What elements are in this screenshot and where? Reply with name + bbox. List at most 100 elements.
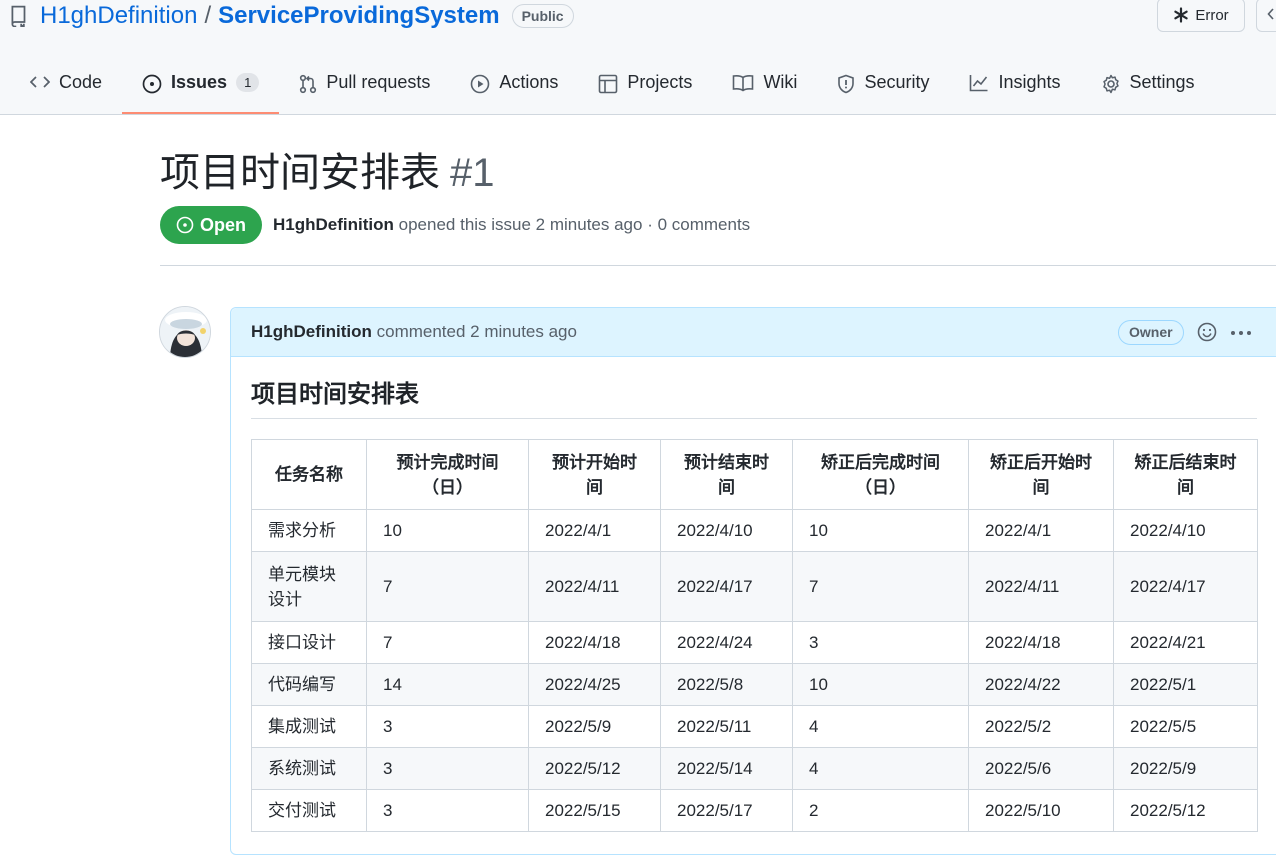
comment-author-link[interactable]: H1ghDefinition <box>251 322 372 341</box>
table-row: 集成测试 3 2022/5/9 2022/5/11 4 2022/5/2 2022/5/5 <box>251 705 1258 748</box>
table-cell: 2022/5/11 <box>660 705 793 748</box>
comment-body: 项目时间安排表 任务名称 预计完成时间（日） 预计开始时间 预计结束时间 矫正后… <box>251 378 1258 832</box>
table-cell: 2022/4/10 <box>1113 509 1258 552</box>
repo-name-link[interactable]: ServiceProvidingSystem <box>218 2 499 30</box>
table-row: 需求分析 10 2022/4/1 2022/4/10 10 2022/4/1 2022/4/… <box>251 509 1258 552</box>
table-row: 交付测试 3 2022/5/15 2022/5/17 2 2022/5/10 2022/5/… <box>251 789 1258 832</box>
owner-badge: Owner <box>1118 320 1184 345</box>
repo-owner-link[interactable]: H1ghDefinition <box>40 2 197 30</box>
kebab-dot-icon <box>1247 331 1251 335</box>
smiley-icon <box>1197 322 1217 342</box>
tab-pull-requests-label: Pull requests <box>326 72 431 92</box>
asterisk-icon <box>1174 7 1189 23</box>
table-cell: 代码编写 <box>251 663 367 706</box>
table-cell: 7 <box>366 551 529 622</box>
table-header-cell: 矫正后结束时间 <box>1113 439 1258 510</box>
tab-wiki-label: Wiki <box>763 72 798 92</box>
table-cell: 2022/4/18 <box>528 621 661 664</box>
table-cell: 交付测试 <box>251 789 367 832</box>
table-cell: 2022/4/21 <box>1113 621 1258 664</box>
table-header-cell: 矫正后开始时间 <box>968 439 1114 510</box>
tab-pull-requests[interactable]: Pull requests <box>279 58 450 114</box>
table-cell: 3 <box>366 705 529 748</box>
tab-actions-label: Actions <box>499 72 559 92</box>
tab-issues[interactable]: Issues 1 <box>122 58 280 114</box>
table-header-cell: 预计完成时间（日） <box>366 439 529 510</box>
table-cell: 10 <box>792 663 969 706</box>
table-cell: 7 <box>792 551 969 622</box>
table-icon <box>599 74 618 94</box>
issues-count-badge: 1 <box>236 73 260 92</box>
table-row: 单元模块设计 7 2022/4/11 2022/4/17 7 2022/4/11 2022/… <box>251 551 1258 622</box>
table-cell: 2022/5/9 <box>1113 747 1258 790</box>
issue-author-link[interactable]: H1ghDefinition <box>273 215 394 234</box>
tab-settings[interactable]: Settings <box>1081 58 1215 114</box>
table-cell: 2022/4/25 <box>528 663 661 706</box>
error-button[interactable]: Error <box>1157 0 1245 32</box>
tab-code[interactable]: Code <box>0 58 122 114</box>
table-cell: 2022/5/6 <box>968 747 1114 790</box>
tab-code-label: Code <box>59 72 103 92</box>
table-cell: 2022/5/9 <box>528 705 661 748</box>
add-reaction-button[interactable] <box>1197 322 1217 347</box>
table-header-cell: 任务名称 <box>251 439 367 510</box>
schedule-table: 任务名称 预计完成时间（日） 预计开始时间 预计结束时间 矫正后完成时间（日） … <box>251 439 1258 832</box>
tab-actions[interactable]: Actions <box>450 58 578 114</box>
table-cell: 2022/4/18 <box>968 621 1114 664</box>
avatar[interactable] <box>159 306 211 358</box>
tab-security[interactable]: Security <box>817 58 949 114</box>
issue-opened-icon <box>176 216 194 234</box>
header-overflow-button[interactable] <box>1256 0 1276 32</box>
repo-breadcrumb: H1ghDefinition / ServiceProvidingSystem … <box>10 0 574 32</box>
issue-state-badge: Open <box>160 206 263 244</box>
table-cell: 2022/4/17 <box>1113 551 1258 622</box>
tab-insights[interactable]: Insights <box>949 58 1080 114</box>
kebab-dot-icon <box>1231 331 1235 335</box>
table-cell: 2022/5/2 <box>968 705 1114 748</box>
table-row: 系统测试 3 2022/5/12 2022/5/14 4 2022/5/6 2022/5/9 <box>251 747 1258 790</box>
tab-projects[interactable]: Projects <box>578 58 712 114</box>
git-pull-request-icon <box>300 74 317 94</box>
issue-state-label: Open <box>200 214 247 235</box>
table-cell: 2022/4/11 <box>528 551 661 622</box>
issue-meta-text: H1ghDefinition opened this issue 2 minut… <box>273 215 750 235</box>
comment-options-button[interactable] <box>1231 331 1251 335</box>
table-row: 代码编写 14 2022/4/25 2022/5/8 10 2022/4/22 2022/5… <box>251 663 1258 706</box>
comment-author-line: H1ghDefinition commented 2 minutes ago <box>251 322 577 342</box>
table-cell: 2022/5/8 <box>660 663 793 706</box>
issue-meta: Open H1ghDefinition opened this issue 2 … <box>160 206 750 244</box>
issue-meta-detail: opened this issue 2 minutes ago · 0 comm… <box>398 215 751 234</box>
table-cell: 2022/4/11 <box>968 551 1114 622</box>
repo-nav: Code Issues 1 Pull requests Actions Proj… <box>0 58 1215 114</box>
table-header-cell: 矫正后完成时间（日） <box>792 439 969 510</box>
table-cell: 2022/5/12 <box>528 747 661 790</box>
tab-settings-label: Settings <box>1129 72 1195 92</box>
table-row: 接口设计 7 2022/4/18 2022/4/24 3 2022/4/18 2022/4/… <box>251 621 1258 664</box>
table-cell: 4 <box>792 705 969 748</box>
table-cell: 2022/4/17 <box>660 551 793 622</box>
table-cell: 2022/5/14 <box>660 747 793 790</box>
table-cell: 2022/4/24 <box>660 621 793 664</box>
table-cell: 3 <box>792 621 969 664</box>
table-cell: 需求分析 <box>251 509 367 552</box>
book-icon <box>733 75 754 92</box>
comment-timestamp[interactable]: commented 2 minutes ago <box>377 322 577 341</box>
table-cell: 单元模块设计 <box>251 551 367 622</box>
tab-wiki[interactable]: Wiki <box>712 58 817 114</box>
table-cell: 2022/5/17 <box>660 789 793 832</box>
table-cell: 2022/4/1 <box>528 509 661 552</box>
repo-icon <box>10 5 28 27</box>
issue-title: 项目时间安排表 #1 <box>160 146 495 200</box>
gear-icon <box>1102 74 1119 94</box>
table-header-cell: 预计结束时间 <box>660 439 793 510</box>
visibility-badge: Public <box>511 4 574 28</box>
table-cell: 2022/5/12 <box>1113 789 1258 832</box>
schedule-table-body: 需求分析 10 2022/4/1 2022/4/10 10 2022/4/1 2022/4/… <box>251 509 1258 832</box>
comment-header: H1ghDefinition commented 2 minutes ago O… <box>231 308 1276 357</box>
tab-insights-label: Insights <box>998 72 1061 92</box>
table-cell: 10 <box>792 509 969 552</box>
table-cell: 接口设计 <box>251 621 367 664</box>
tab-issues-label: Issues <box>171 72 228 92</box>
table-cell: 3 <box>366 789 529 832</box>
table-header-row: 任务名称 预计完成时间（日） 预计开始时间 预计结束时间 矫正后完成时间（日） … <box>251 439 1258 510</box>
